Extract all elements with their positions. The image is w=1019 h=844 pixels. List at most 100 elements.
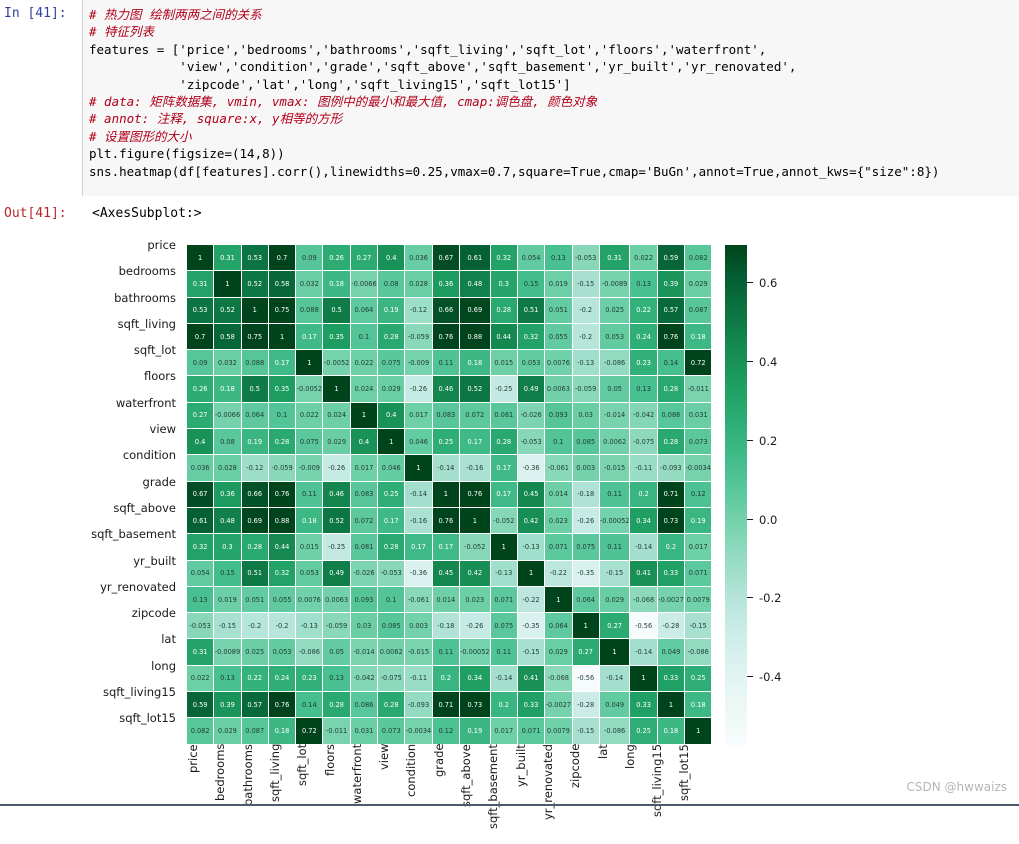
heatmap-cell: 0.082 [685, 245, 712, 271]
heatmap-cell: 0.13 [545, 245, 572, 271]
y-axis-tick-labels: price bedrooms bathrooms sqft_living sqft_lo… [60, 232, 184, 732]
heatmap-cell: -0.011 [323, 718, 350, 744]
heatmap-cell: 0.44 [268, 534, 296, 560]
heatmap-cell: -0.0052 [323, 350, 350, 376]
heatmap-cell: 0.085 [378, 613, 405, 639]
heatmap-cell: 0.003 [572, 455, 599, 481]
heatmap-cell: -0.36 [517, 455, 545, 481]
heatmap-cell: 0.05 [323, 639, 350, 665]
code-text: 'zipcode','lat','long','sqft_living15','… [89, 76, 571, 92]
heatmap-cell: 0.028 [405, 271, 432, 297]
heatmap-cell: 0.019 [545, 271, 572, 297]
heatmap-cell: 0.4 [378, 245, 405, 271]
heatmap-cell: 0.19 [685, 507, 712, 534]
heatmap-cell: 0.0062 [599, 429, 630, 455]
heatmap-cell: 0.022 [187, 665, 214, 692]
heatmap-cell: -0.0034 [685, 455, 712, 481]
heatmap-row: 0.67 0.36 0.66 0.76 0.11 0.46 0.083 0.25 -0.14 1 0… [187, 481, 712, 507]
heatmap-cell: 0.28 [490, 297, 517, 323]
heatmap-cell: 0.32 [490, 245, 517, 271]
heatmap-cell: -0.009 [296, 455, 323, 481]
heatmap-cell: 0.23 [630, 350, 657, 376]
heatmap-cell: 0.029 [378, 376, 405, 402]
heatmap-cell: -0.011 [685, 376, 712, 402]
heatmap-cell: -0.11 [630, 455, 657, 481]
heatmap-cell: 0.42 [517, 507, 545, 534]
heatmap-cell: 0.4 [187, 429, 214, 455]
heatmap-cell: 0.014 [545, 481, 572, 507]
heatmap-cell: 0.35 [323, 323, 350, 350]
code-line-1: # 热力图 绘制两两之间的关系 [89, 6, 1019, 23]
heatmap-row: 0.054 0.15 0.51 0.32 0.053 0.49 -0.026 -0.053 -0… [187, 560, 712, 586]
heatmap-cell: 0.071 [490, 586, 517, 613]
heatmap-cell: -0.059 [572, 376, 599, 402]
heatmap-cell: 0.26 [323, 245, 350, 271]
heatmap-cell: -0.086 [296, 639, 323, 665]
heatmap-cell: -0.25 [490, 376, 517, 402]
code-editor[interactable]: # 热力图 绘制两两之间的关系 # 特征列表 features = ['pric… [82, 0, 1019, 196]
heatmap-cell: 0.054 [517, 245, 545, 271]
heatmap-cell: 1 [268, 323, 296, 350]
heatmap-cell: 0.26 [187, 376, 214, 402]
heatmap-row: 0.61 0.48 0.69 0.88 0.18 0.52 0.072 0.17 -0.16 0.… [187, 507, 712, 534]
heatmap-cell: 0.071 [545, 534, 572, 560]
heatmap-row: 0.59 0.39 0.57 0.76 0.14 0.28 0.086 0.28 -0.093 0… [187, 692, 712, 718]
heatmap-cell: 0.024 [350, 376, 378, 402]
x-axis-tick-label: lat [595, 744, 610, 759]
heatmap-cell: 0.58 [268, 271, 296, 297]
colorbar-tick-label: 0.6 [759, 276, 778, 291]
heatmap-cell: 0.25 [630, 718, 657, 744]
heatmap-cell: 0.15 [214, 560, 241, 586]
x-axis-tick-label: grade [431, 744, 446, 778]
heatmap-cell: 0.075 [572, 534, 599, 560]
heatmap-cell: 0.23 [296, 665, 323, 692]
heatmap-row: 0.036 0.028 -0.12 -0.059 -0.009 -0.26 0.017 0.0… [187, 455, 712, 481]
heatmap-cell: 0.48 [459, 271, 490, 297]
heatmap-cell: 0.17 [296, 323, 323, 350]
heatmap-cell: -0.042 [350, 665, 378, 692]
x-axis-tick-labels: price bedrooms bathrooms sqft_living sqft_lo… [186, 744, 706, 844]
heatmap-cell: -0.00052 [599, 507, 630, 534]
heatmap-cell: -0.13 [517, 534, 545, 560]
y-axis-tick-label: sqft_living [117, 316, 176, 331]
heatmap-cell: 0.11 [432, 350, 459, 376]
heatmap-cell: 0.36 [214, 481, 241, 507]
heatmap-cell: 0.0076 [296, 586, 323, 613]
heatmap-cell: -0.18 [572, 481, 599, 507]
heatmap-cell: -0.15 [517, 639, 545, 665]
heatmap-cell: 0.51 [241, 560, 268, 586]
heatmap-cell: -0.15 [572, 271, 599, 297]
heatmap-cell: 0.34 [630, 507, 657, 534]
heatmap-cell: -0.25 [323, 534, 350, 560]
code-line-3: features = ['price','bedrooms','bathroom… [89, 41, 1019, 58]
heatmap-cell: 0.064 [241, 402, 268, 429]
colorbar-tick-label: -0.2 [759, 591, 782, 606]
heatmap-cell: 0.054 [187, 560, 214, 586]
code-line-5: 'zipcode','lat','long','sqft_living15','… [89, 76, 1019, 93]
code-line-10: sns.heatmap(df[features].corr(),linewidt… [89, 163, 1019, 180]
heatmap-cell: -0.026 [350, 560, 378, 586]
colorbar-tick: 0.0 [747, 513, 777, 527]
y-axis-tick-label: bedrooms [118, 264, 176, 279]
heatmap-cell: 0.1 [268, 402, 296, 429]
heatmap-cell: 0.46 [432, 376, 459, 402]
heatmap-cell: 1 [572, 613, 599, 639]
heatmap-cell: -0.075 [378, 665, 405, 692]
heatmap-cell: 0.58 [214, 323, 241, 350]
code-text: plt.figure(figsize=(14,8)) [89, 146, 285, 162]
heatmap-cell: 0.053 [599, 323, 630, 350]
y-axis-tick-label: long [151, 658, 176, 673]
heatmap-cell: 0.44 [490, 323, 517, 350]
heatmap-cell: 0.25 [685, 665, 712, 692]
heatmap-row: 0.26 0.18 0.5 0.35 -0.0052 1 0.024 0.029 -0.26 0.… [187, 376, 712, 402]
heatmap-cell: 0.029 [323, 429, 350, 455]
heatmap-cell: 0.17 [378, 507, 405, 534]
y-axis-tick-label: sqft_lot [133, 343, 176, 358]
heatmap-cell: 0.029 [599, 586, 630, 613]
heatmap-row: 0.13 0.019 0.051 0.055 0.0076 0.0063 0.093 0.1-… [187, 586, 712, 613]
heatmap-cell: 0.022 [296, 402, 323, 429]
heatmap-cell: 0.28 [378, 534, 405, 560]
heatmap-cell: 0.015 [296, 534, 323, 560]
heatmap-cell: 0.35 [268, 376, 296, 402]
heatmap-cell: -0.059 [268, 455, 296, 481]
